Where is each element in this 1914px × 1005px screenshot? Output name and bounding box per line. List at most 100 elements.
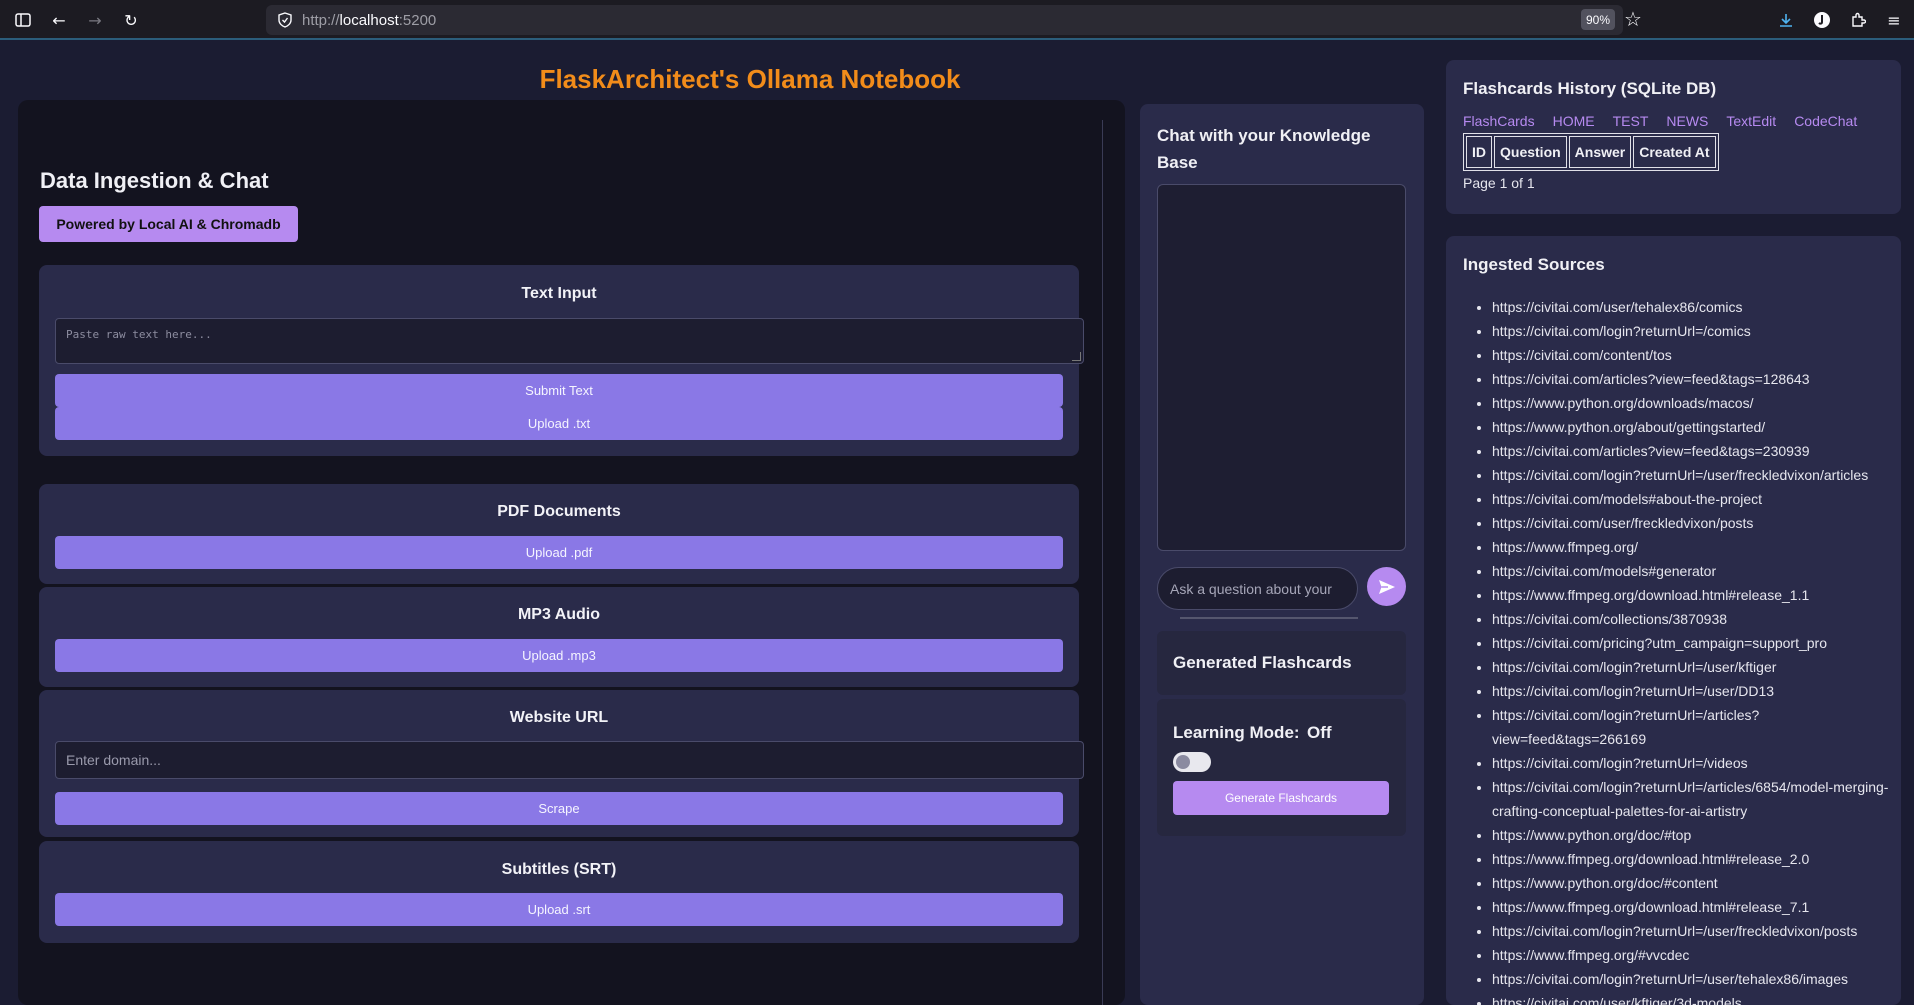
nav-link-home[interactable]: HOME: [1553, 113, 1595, 129]
shield-icon: [276, 11, 294, 29]
source-item: https://civitai.com/login?returnUrl=/com…: [1492, 319, 1892, 343]
source-item: https://www.ffmpeg.org/#vvcdec: [1492, 943, 1892, 967]
zoom-badge[interactable]: 90%: [1581, 9, 1615, 30]
source-item: https://civitai.com/user/freckledvixon/p…: [1492, 511, 1892, 535]
nav-links: FlashCards HOME TEST NEWS TextEdit CodeC…: [1463, 113, 1857, 129]
panel-divider: [1102, 120, 1103, 1005]
source-item: https://civitai.com/login?returnUrl=/use…: [1492, 679, 1892, 703]
source-item: https://civitai.com/user/tehalex86/comic…: [1492, 295, 1892, 319]
bookmark-star-icon[interactable]: ☆: [1624, 7, 1642, 31]
section-title: Data Ingestion & Chat: [40, 168, 269, 193]
back-arrow-icon[interactable]: ←: [47, 8, 71, 32]
nav-link-test[interactable]: TEST: [1613, 113, 1649, 129]
chat-title: Chat with your Knowledge Base: [1157, 126, 1371, 172]
chat-divider: [1180, 617, 1358, 619]
source-item: https://www.ffmpeg.org/download.html#rel…: [1492, 583, 1892, 607]
source-item: https://civitai.com/login?returnUrl=/use…: [1492, 655, 1892, 679]
history-title: Flashcards History (SQLite DB): [1463, 79, 1717, 98]
source-item: https://civitai.com/collections/3870938: [1492, 607, 1892, 631]
source-item: https://civitai.com/pricing?utm_campaign…: [1492, 631, 1892, 655]
source-item: https://www.ffmpeg.org/download.html#rel…: [1492, 847, 1892, 871]
source-item: https://civitai.com/content/tos: [1492, 343, 1892, 367]
column-header: Question: [1494, 136, 1567, 168]
text-input-title: Text Input: [521, 285, 597, 302]
downloads-icon[interactable]: [1774, 8, 1798, 32]
learning-mode-label: Learning Mode:: [1173, 723, 1300, 742]
chat-panel: Chat with your Knowledge Base Ask a ques…: [1140, 104, 1424, 1005]
chat-messages-box[interactable]: [1157, 184, 1406, 551]
generated-flashcards-title: Generated Flashcards: [1173, 653, 1352, 672]
upload-srt-button[interactable]: Upload .srt: [55, 893, 1063, 926]
learning-mode-state: Off: [1307, 723, 1332, 742]
source-item: https://www.ffmpeg.org/download.html#rel…: [1492, 895, 1892, 919]
domain-input[interactable]: Enter domain...: [55, 741, 1084, 779]
upload-mp3-button[interactable]: Upload .mp3: [55, 639, 1063, 672]
source-item: https://www.python.org/about/gettingstar…: [1492, 415, 1892, 439]
sources-title: Ingested Sources: [1463, 255, 1605, 274]
generated-flashcards-card: Generated Flashcards: [1157, 631, 1406, 695]
pdf-title: PDF Documents: [497, 503, 621, 520]
pdf-card: PDF Documents Upload .pdf: [39, 484, 1079, 584]
column-header: ID: [1466, 136, 1492, 168]
nav-link-news[interactable]: NEWS: [1666, 113, 1708, 129]
address-bar[interactable]: http://localhost:5200 90% ☆: [266, 5, 1642, 35]
srt-title: Subtitles (SRT): [501, 861, 617, 878]
table-header-row: ID Question Answer Created At: [1466, 136, 1716, 168]
source-item: https://www.python.org/downloads/macos/: [1492, 391, 1892, 415]
flashcards-history-card: Flashcards History (SQLite DB) FlashCard…: [1446, 60, 1901, 214]
source-item: https://www.ffmpeg.org/: [1492, 535, 1892, 559]
source-item: https://civitai.com/login?returnUrl=/art…: [1492, 703, 1892, 751]
srt-card: Subtitles (SRT) Upload .srt: [39, 841, 1079, 943]
scrape-button[interactable]: Scrape: [55, 792, 1063, 825]
source-item: https://civitai.com/models#generator: [1492, 559, 1892, 583]
website-title: Website URL: [509, 709, 609, 726]
url-text[interactable]: http://localhost:5200: [302, 12, 436, 29]
chat-question-input[interactable]: Ask a question about your: [1157, 567, 1358, 610]
forward-arrow-icon[interactable]: →: [83, 8, 107, 32]
send-button[interactable]: [1367, 567, 1406, 606]
browser-toolbar: ← → ↻ http://localhost:5200 90% ☆ ≡: [0, 0, 1914, 40]
source-item: https://civitai.com/articles?view=feed&t…: [1492, 367, 1892, 391]
sources-list: https://civitai.com/user/tehalex86/comic…: [1492, 295, 1892, 1005]
history-table: ID Question Answer Created At: [1463, 133, 1719, 171]
source-item: https://civitai.com/articles?view=feed&t…: [1492, 439, 1892, 463]
page-info: Page 1 of 1: [1463, 175, 1535, 191]
learning-mode-card: Learning Mode: Off Generate Flashcards: [1157, 699, 1406, 836]
powered-by-button[interactable]: Powered by Local AI & Chromadb: [39, 206, 298, 242]
sidebar-toggle-icon[interactable]: [11, 8, 35, 32]
nav-link-textedit[interactable]: TextEdit: [1726, 113, 1776, 129]
source-item: https://www.python.org/doc/#top: [1492, 823, 1892, 847]
submit-text-button[interactable]: Submit Text: [55, 374, 1063, 407]
source-item: https://civitai.com/login?returnUrl=/use…: [1492, 967, 1892, 991]
source-item: https://civitai.com/login?returnUrl=/use…: [1492, 463, 1892, 487]
column-header: Created At: [1633, 136, 1716, 168]
extensions-icon[interactable]: [1846, 8, 1870, 32]
mp3-title: MP3 Audio: [517, 606, 601, 623]
raw-text-input[interactable]: Paste raw text here...: [55, 318, 1084, 364]
nav-link-flashcards[interactable]: FlashCards: [1463, 113, 1535, 129]
source-item: https://civitai.com/login?returnUrl=/art…: [1492, 775, 1892, 823]
account-icon[interactable]: [1810, 8, 1834, 32]
upload-pdf-button[interactable]: Upload .pdf: [55, 536, 1063, 569]
column-header: Answer: [1568, 136, 1632, 168]
nav-link-codechat[interactable]: CodeChat: [1794, 113, 1857, 129]
source-item: https://civitai.com/login?returnUrl=/use…: [1492, 919, 1892, 943]
source-item: https://www.python.org/doc/#content: [1492, 871, 1892, 895]
website-card: Website URL Enter domain... Scrape: [39, 690, 1084, 837]
menu-icon[interactable]: ≡: [1882, 8, 1906, 32]
mp3-card: MP3 Audio Upload .mp3: [39, 587, 1079, 687]
ingested-sources-card: Ingested Sources https://civitai.com/use…: [1446, 236, 1901, 1005]
app-title: FlaskArchitect's Ollama Notebook: [539, 64, 961, 94]
send-icon: [1378, 579, 1395, 594]
text-input-card: Text Input Paste raw text here... Submit…: [39, 265, 1084, 456]
generate-flashcards-button[interactable]: Generate Flashcards: [1173, 781, 1389, 815]
learning-mode-toggle[interactable]: [1173, 752, 1211, 772]
reload-icon[interactable]: ↻: [119, 8, 143, 32]
source-item: https://civitai.com/user/kftiger/3d-mode…: [1492, 991, 1892, 1005]
source-item: https://civitai.com/models#about-the-pro…: [1492, 487, 1892, 511]
source-item: https://civitai.com/login?returnUrl=/vid…: [1492, 751, 1892, 775]
url-prefix: http://: [302, 12, 340, 29]
url-host: localhost: [339, 12, 399, 29]
upload-txt-button[interactable]: Upload .txt: [55, 407, 1063, 440]
url-port: :5200: [398, 12, 437, 29]
